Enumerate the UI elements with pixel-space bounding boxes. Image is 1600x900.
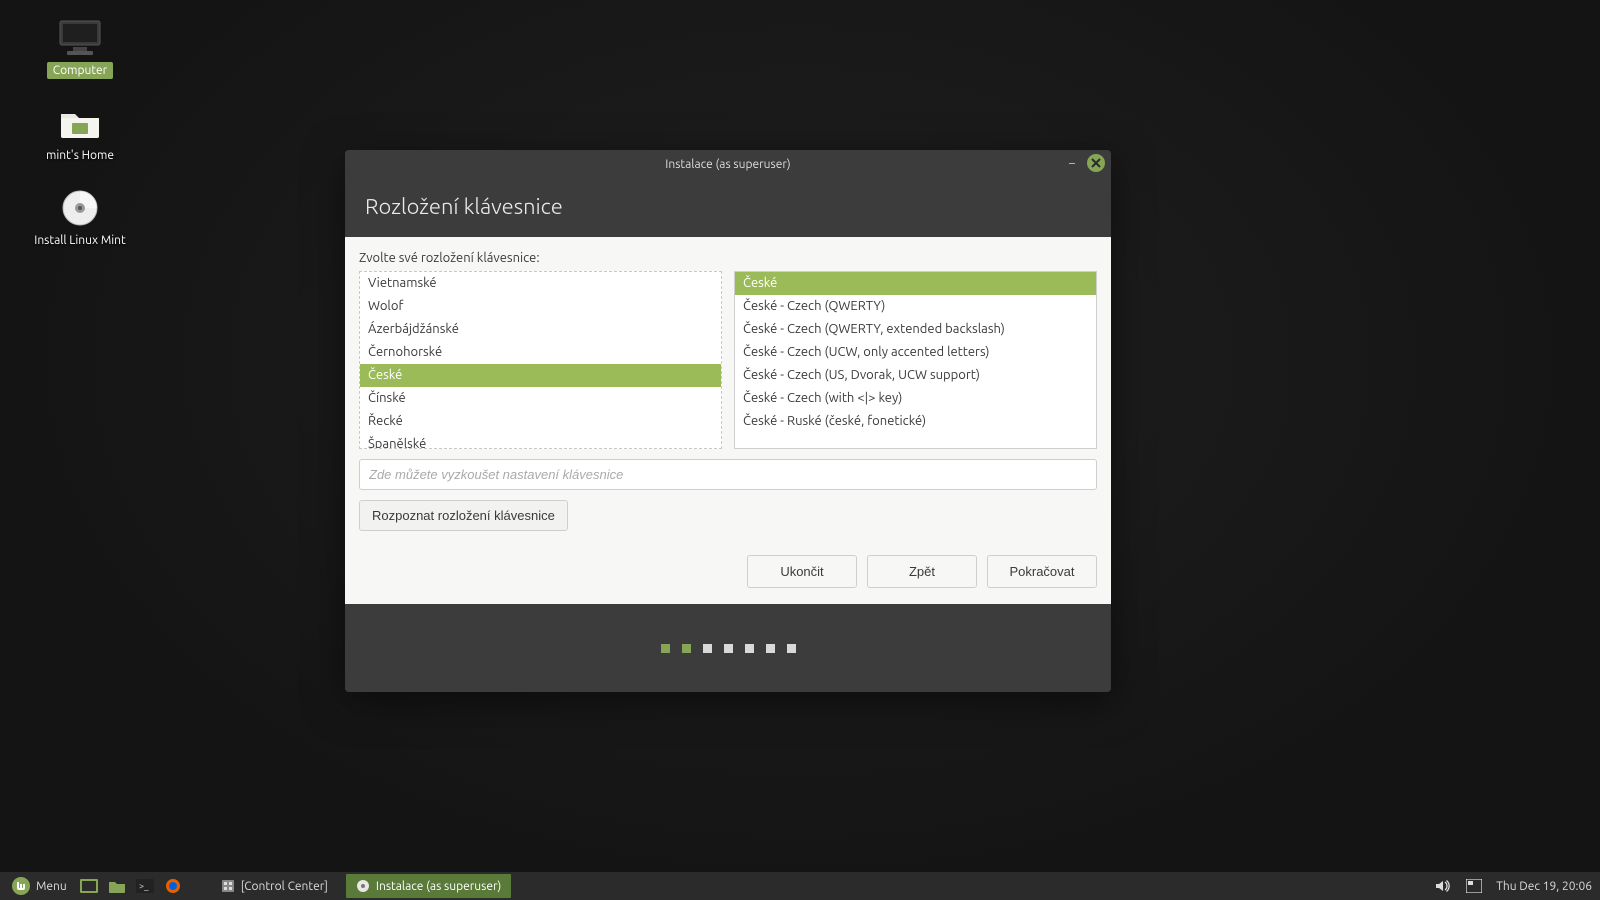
taskbar-item-label: [Control Center] xyxy=(241,880,328,893)
disc-icon xyxy=(57,188,103,228)
desktop-icons-area: Computer mint's Home Install Linux Mint xyxy=(20,18,140,249)
layout-option[interactable]: Wolof xyxy=(360,295,721,318)
keyboard-layout-list[interactable]: VietnamskéWolofÁzerbájdžánskéČernohorské… xyxy=(359,271,722,449)
clock[interactable]: Thu Dec 19, 20:06 xyxy=(1496,880,1592,893)
files-launcher[interactable] xyxy=(107,877,127,895)
window-titlebar[interactable]: Instalace (as superuser) – xyxy=(345,150,1111,178)
monitor-icon xyxy=(57,18,103,58)
taskbar-item-installer[interactable]: Instalace (as superuser) xyxy=(346,874,511,898)
desktop-icon-computer[interactable]: Computer xyxy=(20,18,140,79)
taskbar: Menu >_ [Control Center] Instalace (as s… xyxy=(0,872,1600,900)
continue-button[interactable]: Pokračovat xyxy=(987,555,1097,588)
disc-small-icon xyxy=(356,879,370,893)
mint-logo-icon xyxy=(12,877,30,895)
taskbar-item-label: Instalace (as superuser) xyxy=(376,880,501,893)
page-heading: Rozložení klávesnice xyxy=(365,194,1091,219)
progress-dot xyxy=(787,644,796,653)
progress-dot xyxy=(703,644,712,653)
variant-option[interactable]: České - Czech (UCW, only accented letter… xyxy=(735,341,1096,364)
layout-option[interactable]: Řecké xyxy=(360,410,721,433)
progress-dot xyxy=(766,644,775,653)
installer-window: Instalace (as superuser) – Rozložení klá… xyxy=(345,150,1111,692)
layout-option[interactable]: Španělské xyxy=(360,433,721,449)
progress-dot xyxy=(745,644,754,653)
desktop-icon-home[interactable]: mint's Home xyxy=(20,103,140,164)
menu-label: Menu xyxy=(36,880,67,893)
window-controls: – xyxy=(1063,154,1105,172)
variant-option[interactable]: České - Czech (QWERTY) xyxy=(735,295,1096,318)
desktop-icon-label: Computer xyxy=(47,62,113,79)
variant-option[interactable]: České - Czech (US, Dvorak, UCW support) xyxy=(735,364,1096,387)
layout-option[interactable]: Ázerbájdžánské xyxy=(360,318,721,341)
variant-option[interactable]: České - Czech (with <|> key) xyxy=(735,387,1096,410)
menu-button[interactable]: Menu xyxy=(8,875,71,897)
firefox-launcher[interactable] xyxy=(163,877,183,895)
keyboard-lists: VietnamskéWolofÁzerbájdžánskéČernohorské… xyxy=(359,271,1097,449)
layout-option[interactable]: České xyxy=(360,364,721,387)
layout-option[interactable]: Černohorské xyxy=(360,341,721,364)
show-desktop-button[interactable] xyxy=(79,877,99,895)
taskbar-item-control-center[interactable]: [Control Center] xyxy=(211,874,338,898)
progress-dot xyxy=(724,644,733,653)
progress-dot xyxy=(661,644,670,653)
desktop-icon-label: Install Linux Mint xyxy=(28,232,131,249)
terminal-launcher[interactable]: >_ xyxy=(135,877,155,895)
progress-indicator xyxy=(345,604,1111,692)
window-header: Rozložení klávesnice xyxy=(345,178,1111,237)
quit-button[interactable]: Ukončit xyxy=(747,555,857,588)
folder-home-icon xyxy=(57,103,103,143)
variant-option[interactable]: České xyxy=(735,272,1096,295)
layout-option[interactable]: Čínské xyxy=(360,387,721,410)
settings-icon xyxy=(221,879,235,893)
variant-option[interactable]: České - Czech (QWERTY, extended backslas… xyxy=(735,318,1096,341)
variant-option[interactable]: České - Ruské (české, fonetické) xyxy=(735,410,1096,433)
window-content: Zvolte své rozložení klávesnice: Vietnam… xyxy=(345,237,1111,604)
back-button[interactable]: Zpět xyxy=(867,555,977,588)
workspace-icon[interactable] xyxy=(1464,877,1484,895)
svg-text:>_: >_ xyxy=(139,881,149,891)
progress-dot xyxy=(682,644,691,653)
system-tray: Thu Dec 19, 20:06 xyxy=(1432,877,1592,895)
prompt-label: Zvolte své rozložení klávesnice: xyxy=(359,251,1097,265)
desktop-icon-label: mint's Home xyxy=(40,147,120,164)
window-minimize-button[interactable]: – xyxy=(1063,154,1081,172)
nav-buttons: Ukončit Zpět Pokračovat xyxy=(359,555,1097,588)
volume-icon[interactable] xyxy=(1432,877,1452,895)
window-title: Instalace (as superuser) xyxy=(665,158,790,171)
desktop-icon-install[interactable]: Install Linux Mint xyxy=(20,188,140,249)
keyboard-variant-list[interactable]: ČeskéČeské - Czech (QWERTY)České - Czech… xyxy=(734,271,1097,449)
layout-option[interactable]: Vietnamské xyxy=(360,272,721,295)
detect-layout-button[interactable]: Rozpoznat rozložení klávesnice xyxy=(359,500,568,531)
window-close-button[interactable] xyxy=(1087,154,1105,172)
keyboard-test-input[interactable] xyxy=(359,459,1097,490)
